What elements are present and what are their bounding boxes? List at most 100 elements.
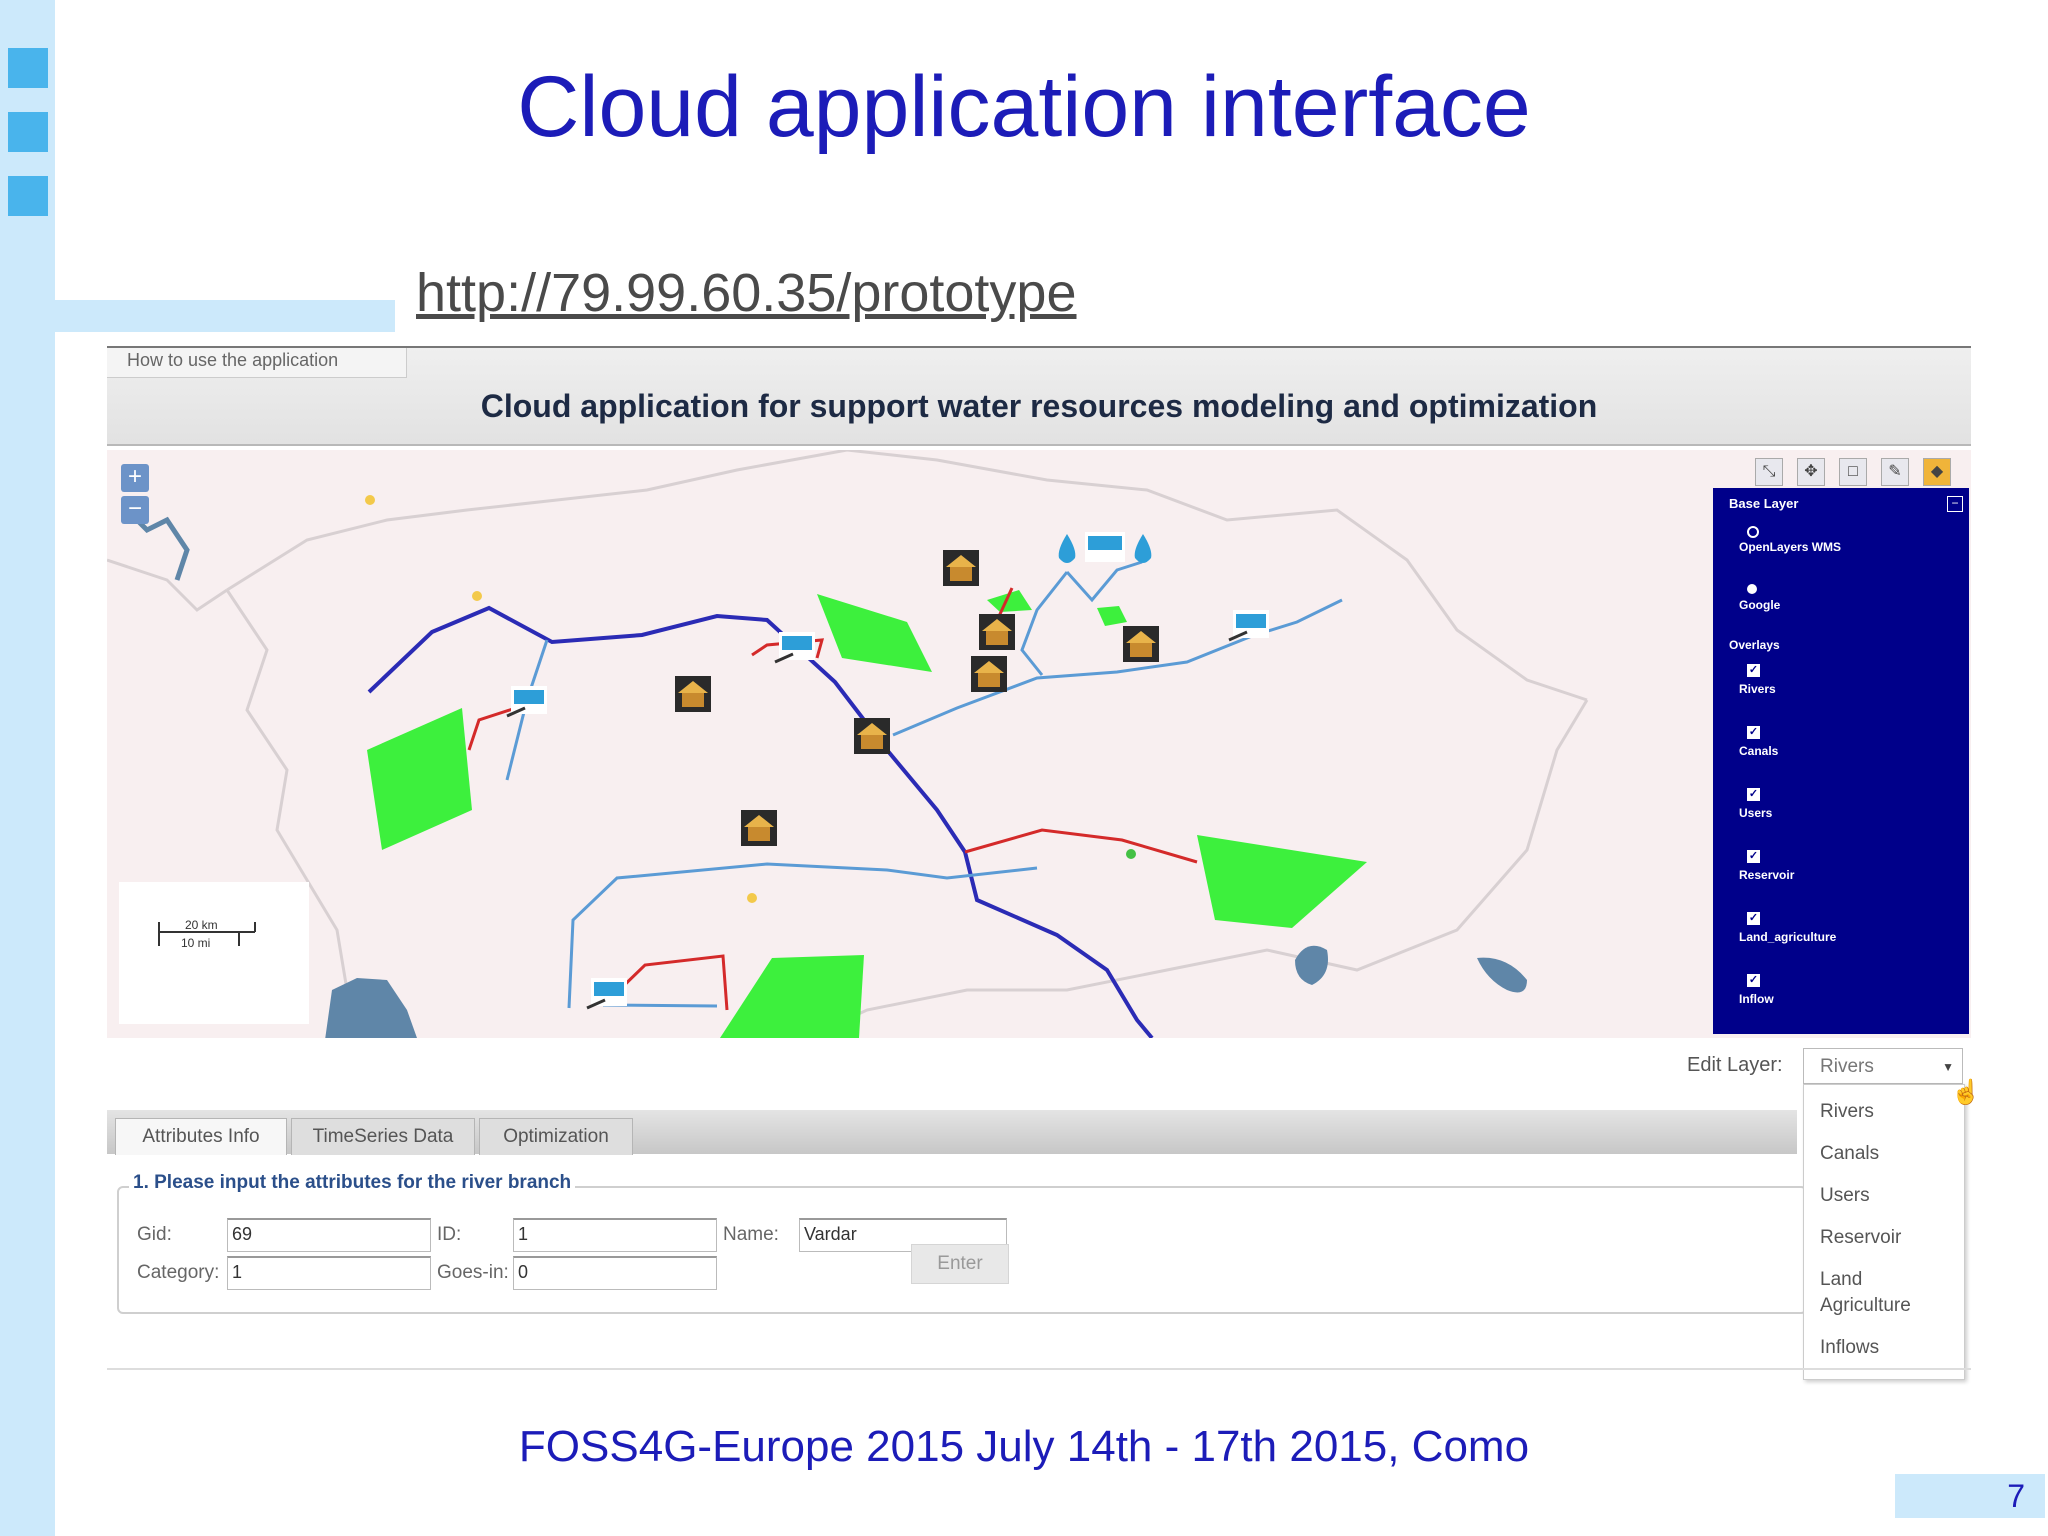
pan-tool-icon[interactable]: ✥ — [1797, 458, 1825, 486]
dropdown-option-users[interactable]: Users — [1820, 1183, 1960, 1209]
overlay-label: Reservoir — [1739, 868, 1795, 882]
user-link[interactable] — [964, 828, 1198, 864]
base-layer-radio[interactable] — [1747, 526, 1759, 538]
edit-layer-selected: Rivers — [1820, 1056, 1874, 1077]
goes-in-label: Goes-in: — [437, 1262, 509, 1283]
slide-left-bar — [0, 0, 55, 1536]
overlay-label: Canals — [1739, 744, 1779, 758]
gid-label: Gid: — [137, 1224, 172, 1245]
overlays-heading: Overlays — [1729, 638, 1780, 652]
lake — [1295, 945, 1328, 985]
reservoir-icon[interactable] — [506, 686, 547, 718]
land-agriculture-polygon[interactable] — [1097, 606, 1127, 626]
canal[interactable] — [1065, 560, 1143, 603]
land-agriculture-polygon[interactable] — [1197, 835, 1367, 928]
user-house-icon[interactable] — [1123, 626, 1159, 662]
reservoir-icon[interactable] — [1085, 532, 1125, 562]
category-field[interactable]: 1 — [227, 1256, 431, 1290]
map-view[interactable]: + − 20 km 10 mi ⤡ ✥ □ ✎ ◆ − Base Layer O… — [107, 450, 1971, 1038]
zoom-out-button[interactable]: − — [121, 496, 149, 524]
settlement-dot — [365, 495, 375, 505]
scale-mi-label: 10 mi — [181, 936, 211, 950]
user-house-icon[interactable] — [943, 550, 979, 586]
hand-cursor-icon: ☝ — [1951, 1079, 1981, 1106]
overlay-checkbox[interactable]: ✓ — [1747, 788, 1760, 801]
reservoir-icon[interactable] — [774, 632, 815, 664]
enter-button[interactable]: Enter — [911, 1244, 1009, 1284]
zoom-in-button[interactable]: + — [121, 464, 149, 492]
canal[interactable] — [1020, 571, 1069, 676]
slide-footer: FOSS4G-Europe 2015 July 14th - 17th 2015… — [518, 1422, 1530, 1471]
user-house-icon[interactable] — [854, 718, 890, 754]
overlay-checkbox[interactable]: ✓ — [1747, 664, 1760, 677]
goes-in-field[interactable]: 0 — [513, 1256, 717, 1290]
overlay-label: Land_agriculture — [1739, 930, 1837, 944]
scale-km-label: 20 km — [185, 918, 218, 932]
dropdown-option-inflows[interactable]: Inflows — [1820, 1335, 1960, 1361]
navigate-tool-icon[interactable]: ⤡ — [1755, 458, 1783, 486]
tab-timeseries-data[interactable]: TimeSeries Data — [291, 1118, 475, 1155]
layers-tool-icon[interactable]: ◆ — [1923, 458, 1951, 486]
land-agriculture-polygon[interactable] — [817, 594, 932, 672]
base-layer-heading: Base Layer — [1729, 496, 1799, 511]
id-label: ID: — [437, 1224, 462, 1245]
gid-field[interactable]: 69 — [227, 1218, 431, 1252]
app-title: Cloud application for support water reso… — [480, 388, 1598, 424]
id-field[interactable]: 1 — [513, 1218, 717, 1252]
base-layer-radio[interactable] — [1747, 584, 1757, 594]
layer-switcher: − Base Layer OpenLayers WMS Google Overl… — [1713, 488, 1969, 1034]
slide-accent-bar — [55, 300, 395, 332]
dropdown-option-canals[interactable]: Canals — [1820, 1141, 1960, 1167]
edit-layer-select[interactable]: Rivers ▼ — [1803, 1048, 1963, 1084]
overlay-checkbox[interactable]: ✓ — [1747, 974, 1760, 987]
settlement-dot — [1126, 849, 1136, 859]
overlay-checkbox[interactable]: ✓ — [1747, 850, 1760, 863]
overlay-label: Users — [1739, 806, 1773, 820]
slide-title: Cloud application interface — [517, 59, 1531, 155]
how-to-use-link[interactable]: How to use the application — [107, 348, 407, 378]
inflow-drop-icon[interactable] — [1134, 534, 1152, 563]
reservoir-icon[interactable] — [1228, 610, 1269, 642]
user-house-icon[interactable] — [675, 676, 711, 712]
tab-bar: Attributes Info TimeSeries Data Optimiza… — [107, 1110, 1797, 1155]
land-agriculture-polygon[interactable] — [367, 708, 472, 850]
overlay-label: Rivers — [1739, 682, 1776, 696]
settlement-dot — [747, 893, 757, 903]
category-label: Category: — [137, 1262, 220, 1283]
user-house-icon[interactable] — [971, 656, 1007, 692]
user-house-icon[interactable] — [741, 810, 777, 846]
edit-layer-label: Edit Layer: — [1687, 1054, 1783, 1076]
user-house-icon[interactable] — [979, 614, 1015, 650]
prototype-link[interactable]: http://79.99.60.35/prototype — [416, 262, 1077, 324]
overlay-checkbox[interactable]: ✓ — [1747, 912, 1760, 925]
reservoir-icon[interactable] — [586, 978, 627, 1010]
land-agriculture-polygon[interactable] — [720, 955, 864, 1038]
scale-bar: 20 km 10 mi — [119, 882, 309, 1024]
tab-optimization[interactable]: Optimization — [479, 1118, 633, 1155]
inflow-drop-icon[interactable] — [1058, 534, 1076, 563]
select-tool-icon[interactable]: □ — [1839, 458, 1867, 486]
lake — [325, 978, 417, 1038]
minimize-icon[interactable]: − — [1947, 496, 1963, 512]
tab-attributes-info[interactable]: Attributes Info — [115, 1118, 287, 1155]
page-number: 7 — [2007, 1478, 2025, 1514]
dropdown-option-reservoir[interactable]: Reservoir — [1820, 1225, 1960, 1251]
dropdown-option-rivers[interactable]: Rivers — [1820, 1099, 1960, 1125]
app-window: How to use the application Cloud applica… — [107, 346, 1981, 1380]
map-canvas[interactable] — [107, 450, 1971, 1038]
app-bottom-divider — [107, 1368, 1971, 1370]
scale-line — [158, 922, 256, 946]
app-header: How to use the application Cloud applica… — [107, 348, 1971, 446]
edit-layer-dropdown: Rivers Canals Users Reservoir Land Agric… — [1803, 1084, 1965, 1380]
overlay-checkbox[interactable]: ✓ — [1747, 726, 1760, 739]
slide-bullet-square — [8, 176, 48, 216]
settlement-dot — [472, 591, 482, 601]
edit-tool-icon[interactable]: ✎ — [1881, 458, 1909, 486]
form-legend: 1. Please input the attributes for the r… — [129, 1172, 576, 1194]
base-layer-label: Google — [1739, 598, 1781, 612]
country-border — [107, 558, 228, 612]
base-layer-label: OpenLayers WMS — [1739, 540, 1842, 554]
dropdown-option-land-agriculture[interactable]: Land Agriculture — [1820, 1267, 1960, 1319]
lake — [1477, 957, 1527, 993]
name-label: Name: — [723, 1224, 779, 1245]
